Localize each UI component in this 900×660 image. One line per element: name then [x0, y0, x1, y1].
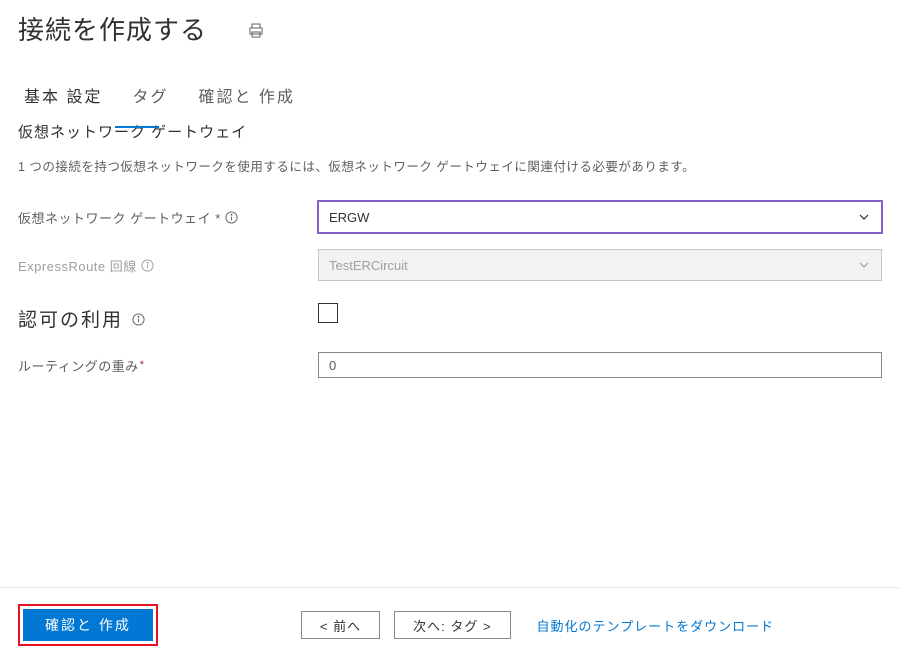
tab-tags[interactable]: タグ: [132, 83, 168, 111]
footer: 確認と 作成 < 前へ 次へ: タグ > 自動化のテンプレートをダウンロード: [0, 587, 900, 660]
chevron-down-icon: [857, 258, 871, 272]
info-icon[interactable]: [225, 210, 239, 224]
next-button[interactable]: 次へ: タグ >: [394, 611, 510, 639]
select-expressroute-circuit: TestERCircuit: [318, 249, 882, 281]
label-authorization-usage: 認可の利用: [18, 305, 123, 332]
label-vnet-gateway-text: 仮想ネットワーク ゲートウェイ *: [18, 208, 221, 227]
print-icon[interactable]: [247, 22, 265, 40]
label-expressroute-circuit-text: ExpressRoute 回線: [18, 256, 137, 275]
tab-active-indicator: [115, 126, 159, 128]
label-routing-weight-text: ルーティングの重み: [18, 356, 139, 375]
checkbox-authorization-usage[interactable]: [318, 303, 338, 323]
select-expressroute-circuit-value: TestERCircuit: [329, 258, 408, 273]
label-routing-weight: ルーティングの重み*: [18, 356, 318, 375]
select-vnet-gateway-value: ERGW: [329, 210, 369, 225]
tabs-container: 基本 設定 タグ 確認と 作成: [0, 65, 900, 113]
page-title: 接続を作成する: [18, 10, 207, 47]
info-icon[interactable]: [141, 258, 155, 272]
label-expressroute-circuit: ExpressRoute 回線: [18, 256, 318, 275]
label-vnet-gateway: 仮想ネットワーク ゲートウェイ *: [18, 208, 318, 227]
section-heading-vnet-gateway: 仮想ネットワーク ゲートウェイ: [0, 113, 900, 146]
review-create-button[interactable]: 確認と 作成: [23, 609, 153, 641]
info-icon[interactable]: [131, 313, 145, 327]
highlight-review-create: 確認と 作成: [18, 604, 158, 646]
previous-button[interactable]: < 前へ: [301, 611, 380, 639]
tab-basic-settings[interactable]: 基本 設定: [24, 83, 102, 111]
tab-review-create[interactable]: 確認と 作成: [198, 83, 294, 111]
chevron-down-icon: [857, 210, 871, 224]
required-asterisk: *: [140, 359, 145, 371]
select-vnet-gateway[interactable]: ERGW: [318, 201, 882, 233]
section-description-vnet-gateway: 1 つの接続を持つ仮想ネットワークを使用するには、仮想ネットワーク ゲートウェイ…: [0, 146, 900, 193]
input-routing-weight[interactable]: [318, 352, 882, 378]
download-template-link[interactable]: 自動化のテンプレートをダウンロード: [537, 616, 775, 635]
